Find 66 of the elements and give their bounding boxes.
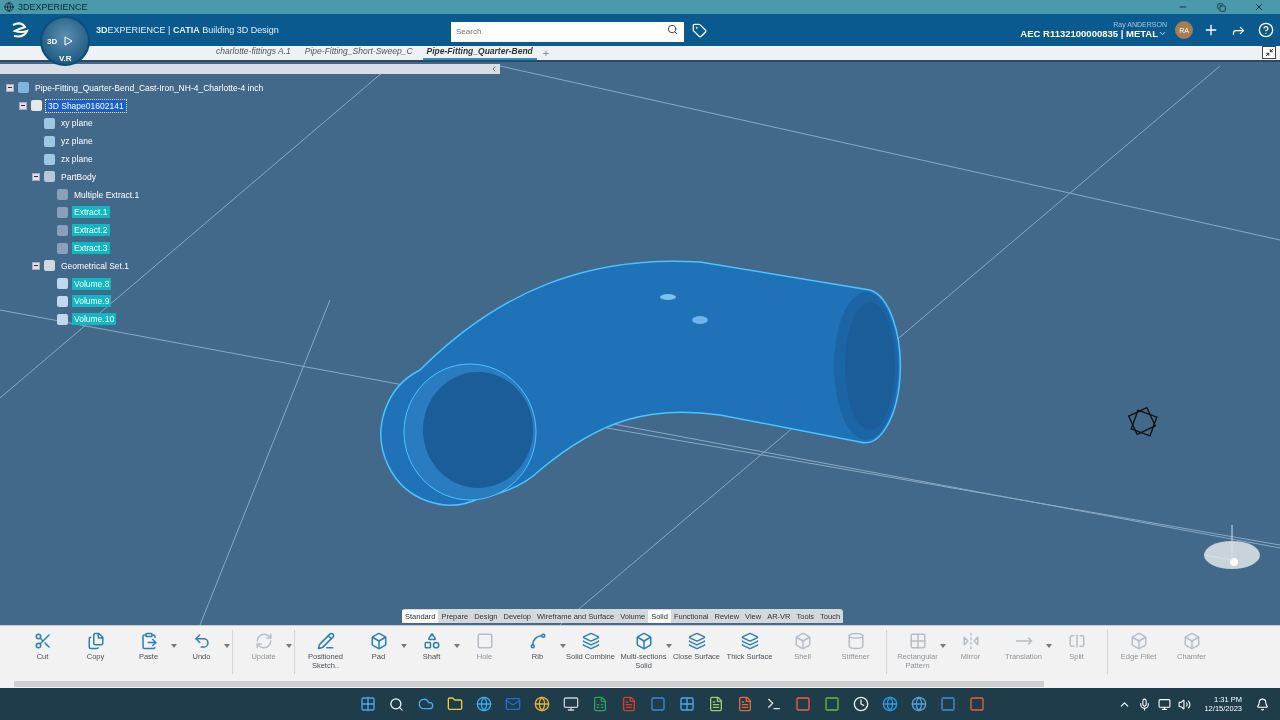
node-icon — [44, 135, 55, 147]
layers-icon[interactable] — [740, 632, 759, 650]
tree-item[interactable]: Multiple Extract.1 — [72, 188, 142, 201]
layers-icon[interactable] — [581, 632, 600, 650]
cube-icon — [1127, 406, 1158, 437]
restore-icon[interactable] — [1216, 2, 1226, 12]
layers-icon[interactable] — [687, 632, 706, 650]
tree-item[interactable]: 3D Shape01602141 — [46, 99, 126, 112]
caret-icon[interactable] — [171, 644, 177, 648]
caret-icon[interactable] — [454, 644, 460, 648]
tree-item[interactable]: xy plane — [59, 117, 95, 130]
play-icon[interactable] — [63, 36, 73, 46]
node-icon — [57, 313, 68, 325]
node-icon — [18, 82, 29, 94]
collapse-toggle-icon[interactable] — [6, 83, 14, 92]
collapse-toggle-icon[interactable] — [19, 101, 27, 110]
undo-icon[interactable] — [192, 632, 211, 650]
node-icon — [44, 260, 55, 272]
caret-icon[interactable] — [560, 644, 566, 648]
logo-icon — [10, 21, 32, 39]
shapes-icon[interactable] — [422, 632, 441, 650]
tag-icon[interactable] — [692, 22, 707, 38]
node-icon — [57, 224, 68, 236]
tenant-selector[interactable]: AEC R1132100000835 | METAL — [1020, 28, 1167, 39]
collapse-toggle-icon[interactable] — [32, 172, 40, 181]
tree-item[interactable]: zx plane — [59, 153, 95, 166]
node-icon — [44, 171, 55, 183]
help-icon[interactable] — [1258, 22, 1274, 38]
globe-icon — [4, 2, 14, 12]
node-icon — [57, 242, 68, 254]
close-icon[interactable] — [1254, 2, 1264, 12]
paste-icon[interactable] — [139, 632, 158, 650]
search-icon[interactable] — [667, 24, 678, 35]
node-icon — [57, 278, 68, 290]
box-icon[interactable] — [369, 632, 388, 650]
axis-gizmo-icon — [1203, 524, 1260, 569]
node-icon — [57, 189, 68, 201]
document-tab[interactable]: Pipe-Fitting_Quarter-Bend — [422, 46, 537, 60]
scrollbar-thumb[interactable] — [14, 680, 1044, 687]
tree-item[interactable]: Pipe-Fitting_Quarter-Bend_Cast-Iron_NH-4_Charlotte-4 inch — [33, 81, 266, 94]
chevron-down-icon[interactable] — [1158, 29, 1167, 38]
caret-icon[interactable] — [401, 644, 407, 648]
curve-icon[interactable] — [528, 632, 547, 650]
document-tab[interactable]: charlotte-fittings A.1 — [212, 46, 295, 60]
copy-icon[interactable] — [86, 632, 105, 650]
collapse-toggle-icon[interactable] — [32, 261, 40, 270]
node-icon — [44, 153, 55, 165]
pencil-icon[interactable] — [316, 632, 335, 650]
plus-icon[interactable] — [1203, 22, 1219, 38]
window-title: 3DEXPERIENCE — [18, 2, 89, 12]
document-tab[interactable]: Pipe-Fitting_Short-Sweep_C — [300, 46, 417, 60]
tree-item[interactable]: yz plane — [59, 135, 95, 148]
search-field[interactable]: Search — [451, 21, 684, 42]
node-icon — [57, 295, 68, 307]
collapse-panel-icon[interactable] — [490, 65, 498, 73]
tree-item[interactable]: Geometrical Set.1 — [59, 259, 132, 272]
node-icon — [31, 100, 42, 112]
tree-item[interactable]: PartBody — [59, 170, 98, 183]
box-icon[interactable] — [634, 632, 653, 650]
node-icon — [44, 118, 55, 129]
compass-button[interactable]: 3D V.R — [40, 16, 90, 66]
app-title: 3DEXPERIENCE | CATIA Building 3D Design — [96, 25, 280, 35]
caret-icon[interactable] — [666, 644, 672, 648]
caret-icon[interactable] — [224, 644, 230, 648]
node-icon — [57, 206, 68, 218]
scissors-icon[interactable] — [33, 632, 52, 650]
